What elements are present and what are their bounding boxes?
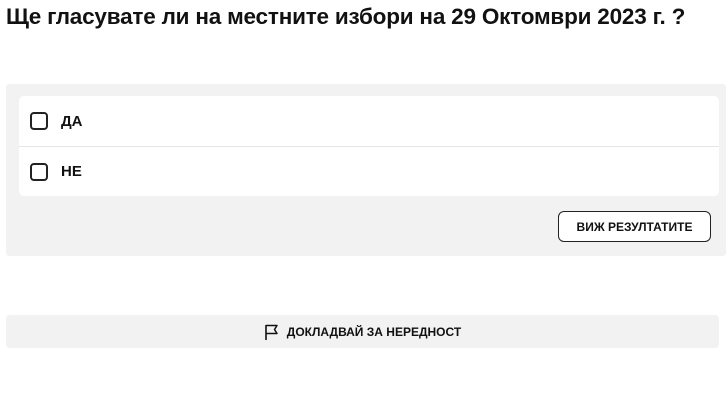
flag-icon bbox=[264, 323, 280, 341]
poll-option-yes[interactable]: ДА bbox=[19, 96, 719, 146]
poll-question: Ще гласувате ли на местните избори на 29… bbox=[6, 4, 686, 29]
report-irregularity-button[interactable]: ДОКЛАДВАЙ ЗА НЕРЕДНОСТ bbox=[6, 315, 719, 348]
option-label-no: НЕ bbox=[61, 163, 82, 180]
view-results-button[interactable]: ВИЖ РЕЗУЛТАТИТЕ bbox=[558, 211, 711, 242]
checkbox-no[interactable] bbox=[30, 162, 48, 181]
poll-option-no[interactable]: НЕ bbox=[19, 146, 719, 196]
poll-panel: ДА НЕ ВИЖ РЕЗУЛТАТИТЕ bbox=[6, 84, 726, 256]
poll-options-list: ДА НЕ bbox=[19, 96, 719, 196]
checkbox-yes[interactable] bbox=[30, 112, 48, 130]
option-label-yes: ДА bbox=[61, 112, 83, 130]
report-label: ДОКЛАДВАЙ ЗА НЕРЕДНОСТ bbox=[286, 324, 462, 339]
